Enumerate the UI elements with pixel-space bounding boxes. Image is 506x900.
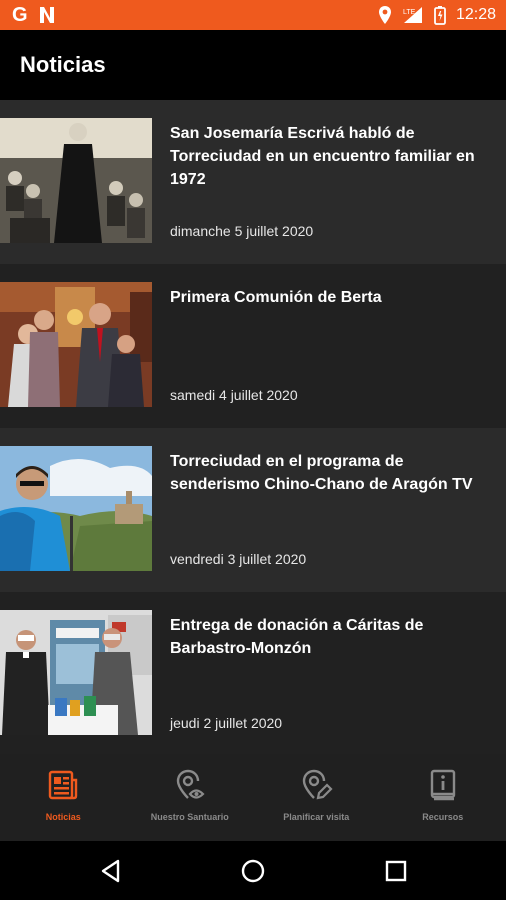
location-edit-icon [303,769,333,800]
page-title: Noticias [20,52,106,77]
news-title: San Josemaría Escrivá habló de Torreciud… [170,125,475,188]
app-bar: Noticias [0,30,506,100]
battery-icon [434,6,446,25]
svg-text:LTE: LTE [403,9,416,16]
home-icon[interactable] [240,858,266,884]
recents-icon[interactable] [383,858,409,884]
nav-label: Noticias [45,812,81,822]
location-pin-icon [378,6,391,24]
google-icon: G [12,4,28,26]
nav-item-recursos[interactable]: Recursos [380,754,506,841]
news-date: dimanche 5 juillet 2020 [170,223,314,239]
news-date: samedi 4 juillet 2020 [170,387,298,403]
signal-icon: LTE [403,7,422,23]
nav-label: Recursos [422,812,464,822]
newspaper-icon [49,770,78,800]
news-title: Primera Comunión de Berta [170,289,382,306]
nav-item-planificar-visita[interactable]: Planificar visita [253,754,380,841]
info-book-icon [430,769,455,801]
news-title: Entrega de donación a Cáritas de Barbast… [170,617,424,657]
news-title: Torreciudad en el programa de senderismo… [170,453,473,493]
news-thumbnail [0,282,152,407]
bottom-navigation: Noticias Nuestro Santuario Planificar vi… [0,754,506,841]
nav-label: Planificar visita [283,812,350,822]
news-item[interactable]: San Josemaría Escrivá habló de Torreciud… [0,100,506,264]
nav-item-nuestro-santuario[interactable]: Nuestro Santuario [127,754,254,841]
news-date: jeudi 2 juillet 2020 [170,715,283,731]
news-thumbnail [0,118,152,243]
news-thumbnail [0,446,152,571]
news-item[interactable]: Torreciudad en el programa de senderismo… [0,428,506,592]
news-item[interactable]: Entrega de donación a Cáritas de Barbast… [0,592,506,754]
news-date: vendredi 3 juillet 2020 [170,551,307,567]
news-item[interactable]: Primera Comunión de Berta samedi 4 juill… [0,264,506,428]
nav-item-noticias[interactable]: Noticias [0,754,127,841]
system-navigation-bar [0,841,506,900]
back-icon[interactable] [98,858,124,884]
clock: 12:28 [455,6,496,23]
news-list[interactable]: San Josemaría Escrivá habló de Torreciud… [0,100,506,754]
nav-label: Nuestro Santuario [150,812,229,822]
location-eye-icon [176,769,205,799]
news-thumbnail [0,610,152,735]
netflix-n-icon [39,7,54,23]
status-bar: G LTE 12:28 [0,0,506,30]
